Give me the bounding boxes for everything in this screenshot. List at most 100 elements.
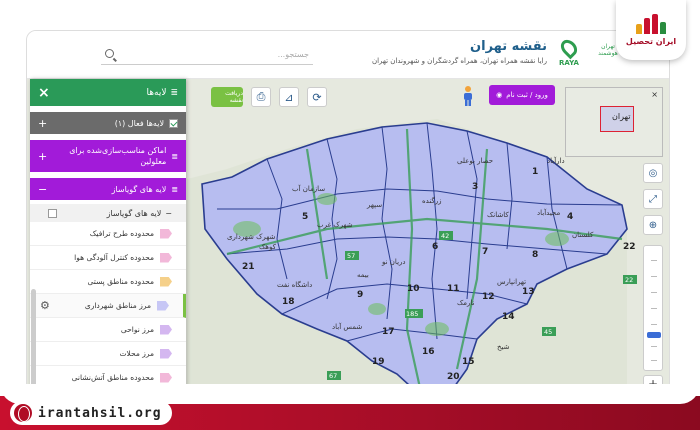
map-application: جستجو... نقشه تهران رایا نقشه همراه تهرا… (26, 30, 670, 406)
raya-brand-text: RAYA (559, 59, 579, 67)
svg-text:سازمان آب: سازمان آب (292, 184, 325, 193)
svg-text:45: 45 (544, 328, 552, 336)
district-label-11: 11 (447, 284, 460, 294)
district-label-10: 10 (407, 284, 420, 294)
layer-style-icon (160, 324, 172, 335)
fullscreen-icon[interactable]: ⤢ (643, 189, 663, 209)
layers-icon: ≣ (171, 151, 178, 161)
close-icon[interactable]: × (38, 85, 50, 101)
layers-panel: ≣ لایه‌ها × لایه‌ها فعال (۱) + ≣ اماک (30, 79, 186, 405)
search-input[interactable]: جستجو... (101, 45, 313, 65)
overview-minimap[interactable]: × تهران (565, 87, 663, 157)
svg-text:کاشانک: کاشانک (487, 211, 509, 219)
svg-text:57: 57 (347, 252, 355, 260)
layer-item[interactable]: مرز محلات (30, 342, 186, 366)
layer-style-icon (160, 348, 172, 359)
subgroup-checkbox[interactable] (48, 208, 57, 218)
layer-item-label: محدوده کنترل آلودگی هوا (74, 253, 154, 262)
layer-style-icon (157, 300, 169, 311)
district-label-15: 15 (462, 357, 475, 367)
layer-item[interactable]: محدوده طرح ترافیک (30, 222, 186, 246)
svg-text:42: 42 (441, 232, 449, 240)
brand-badge-text: ایران تحصیل (625, 37, 677, 46)
descriptive-layers-section[interactable]: ≣ لایه های گویاساز − (30, 178, 186, 200)
layer-item-label: مرز نواحی (120, 325, 154, 334)
svg-text:داشگاه نفت: داشگاه نفت (277, 280, 312, 289)
svg-text:دارآباد: دارآباد (547, 156, 565, 165)
district-label-21: 21 (242, 262, 255, 272)
measure-icon[interactable]: ⊿ (279, 87, 299, 107)
active-layers-checkbox[interactable] (169, 118, 178, 128)
street-view-person-icon[interactable] (461, 85, 475, 107)
gear-icon[interactable]: ⚙ (40, 299, 50, 312)
layer-item-label: محدوده مناطق پستی (87, 277, 154, 286)
district-label-22: 22 (623, 242, 636, 252)
accessible-places-label: اماکن مناسب‌سازی‌شده برای معلولین (69, 146, 167, 166)
expand-icon[interactable]: + (38, 117, 47, 130)
map-tools: ◎ ⤢ ⊕ (643, 163, 665, 241)
brand-badge: ایران تحصیل (616, 0, 686, 60)
layers-panel-header: ≣ لایه‌ها × (30, 79, 186, 106)
district-label-14: 14 (502, 312, 515, 322)
collapse-icon[interactable]: − (38, 183, 47, 196)
svg-text:کلستان: کلستان (572, 231, 594, 239)
district-label-13: 13 (522, 287, 535, 297)
district-label-6: 6 (432, 242, 438, 252)
svg-text:مجیدآباد: مجیدآباد (537, 208, 560, 217)
svg-text:شهرک شهرداری: شهرک شهرداری (227, 233, 275, 241)
district-label-7: 7 (482, 247, 488, 257)
zoom-search-icon[interactable]: ⊕ (643, 215, 663, 235)
minimap-close-icon[interactable]: × (651, 90, 658, 99)
print-icon[interactable]: ⎙ (251, 87, 271, 107)
svg-text:نارمک: نارمک (457, 299, 475, 307)
layers-icon: ≣ (171, 184, 178, 194)
download-map-button[interactable]: دریافت نقشه (211, 87, 243, 107)
district-label-8: 8 (532, 250, 538, 260)
expand-icon[interactable]: + (38, 150, 47, 163)
active-layers-row[interactable]: لایه‌ها فعال (۱) + (30, 112, 186, 134)
map-canvas[interactable]: 1 3 4 5 6 7 8 9 10 11 12 13 14 15 16 17 (27, 79, 669, 405)
locate-icon[interactable]: ⟳ (307, 87, 327, 107)
login-label: ورود / ثبت نام (506, 91, 548, 99)
svg-text:سپهر: سپهر (366, 201, 382, 209)
district-label-9: 9 (357, 290, 363, 300)
svg-text:کوهک: کوهک (259, 243, 277, 251)
district-label-5: 5 (302, 212, 308, 222)
layer-item[interactable]: محدوده مناطق پستی (30, 270, 186, 294)
app-title-block: نقشه تهران رایا نقشه همراه تهران، همراه … (372, 39, 547, 65)
svg-text:22: 22 (625, 276, 633, 284)
accessible-places-section[interactable]: ≣ اماکن مناسب‌سازی‌شده برای معلولین + (30, 140, 186, 172)
user-icon: ◉ (496, 91, 503, 99)
layer-item-label: مرز مناطق شهرداری (84, 301, 151, 310)
subgroup-label: لایه های گویاساز (106, 208, 162, 218)
site-url-badge: irantahsil.org (10, 401, 172, 425)
my-location-icon[interactable]: ◎ (643, 163, 663, 183)
footer-banner: irantahsil.org (0, 384, 700, 430)
layer-item[interactable]: محدوده کنترل آلودگی هوا (30, 246, 186, 270)
login-register-button[interactable]: ورود / ثبت نام ◉ (489, 85, 555, 105)
svg-text:دریان نو: دریان نو (381, 258, 406, 266)
svg-text:تهرانپارس: تهرانپارس (497, 278, 526, 286)
layers-icon: ≣ (170, 87, 178, 98)
zoom-slider-handle[interactable] (647, 332, 661, 338)
svg-text:67: 67 (329, 372, 337, 380)
active-layers-label: لایه‌ها فعال (۱) (114, 118, 164, 128)
screenshot-frame: ایران تحصیل جستجو... نقشه تهران رایا نقش… (0, 0, 700, 430)
district-label-4: 4 (567, 212, 573, 222)
zoom-slider[interactable] (643, 245, 663, 371)
collapse-icon[interactable]: − (165, 209, 172, 218)
layer-item[interactable]: مرز مناطق شهرداری ⚙ (30, 294, 186, 318)
svg-text:شمس آباد: شمس آباد (332, 322, 362, 331)
district-label-3: 3 (472, 182, 478, 192)
raya-logo: RAYA (553, 36, 585, 67)
layer-style-icon (160, 252, 172, 263)
map-pin-icon (557, 36, 581, 60)
descriptive-layers-subgroup[interactable]: − لایه های گویاساز (30, 204, 186, 222)
layer-item-label: محدوده طرح ترافیک (89, 229, 154, 238)
svg-text:185: 185 (406, 310, 418, 318)
layer-item[interactable]: مرز نواحی (30, 318, 186, 342)
district-label-12: 12 (482, 292, 495, 302)
site-url-text: irantahsil.org (38, 405, 162, 421)
district-label-16: 16 (422, 347, 435, 357)
descriptive-layers-label: لایه های گویاساز (111, 184, 167, 194)
